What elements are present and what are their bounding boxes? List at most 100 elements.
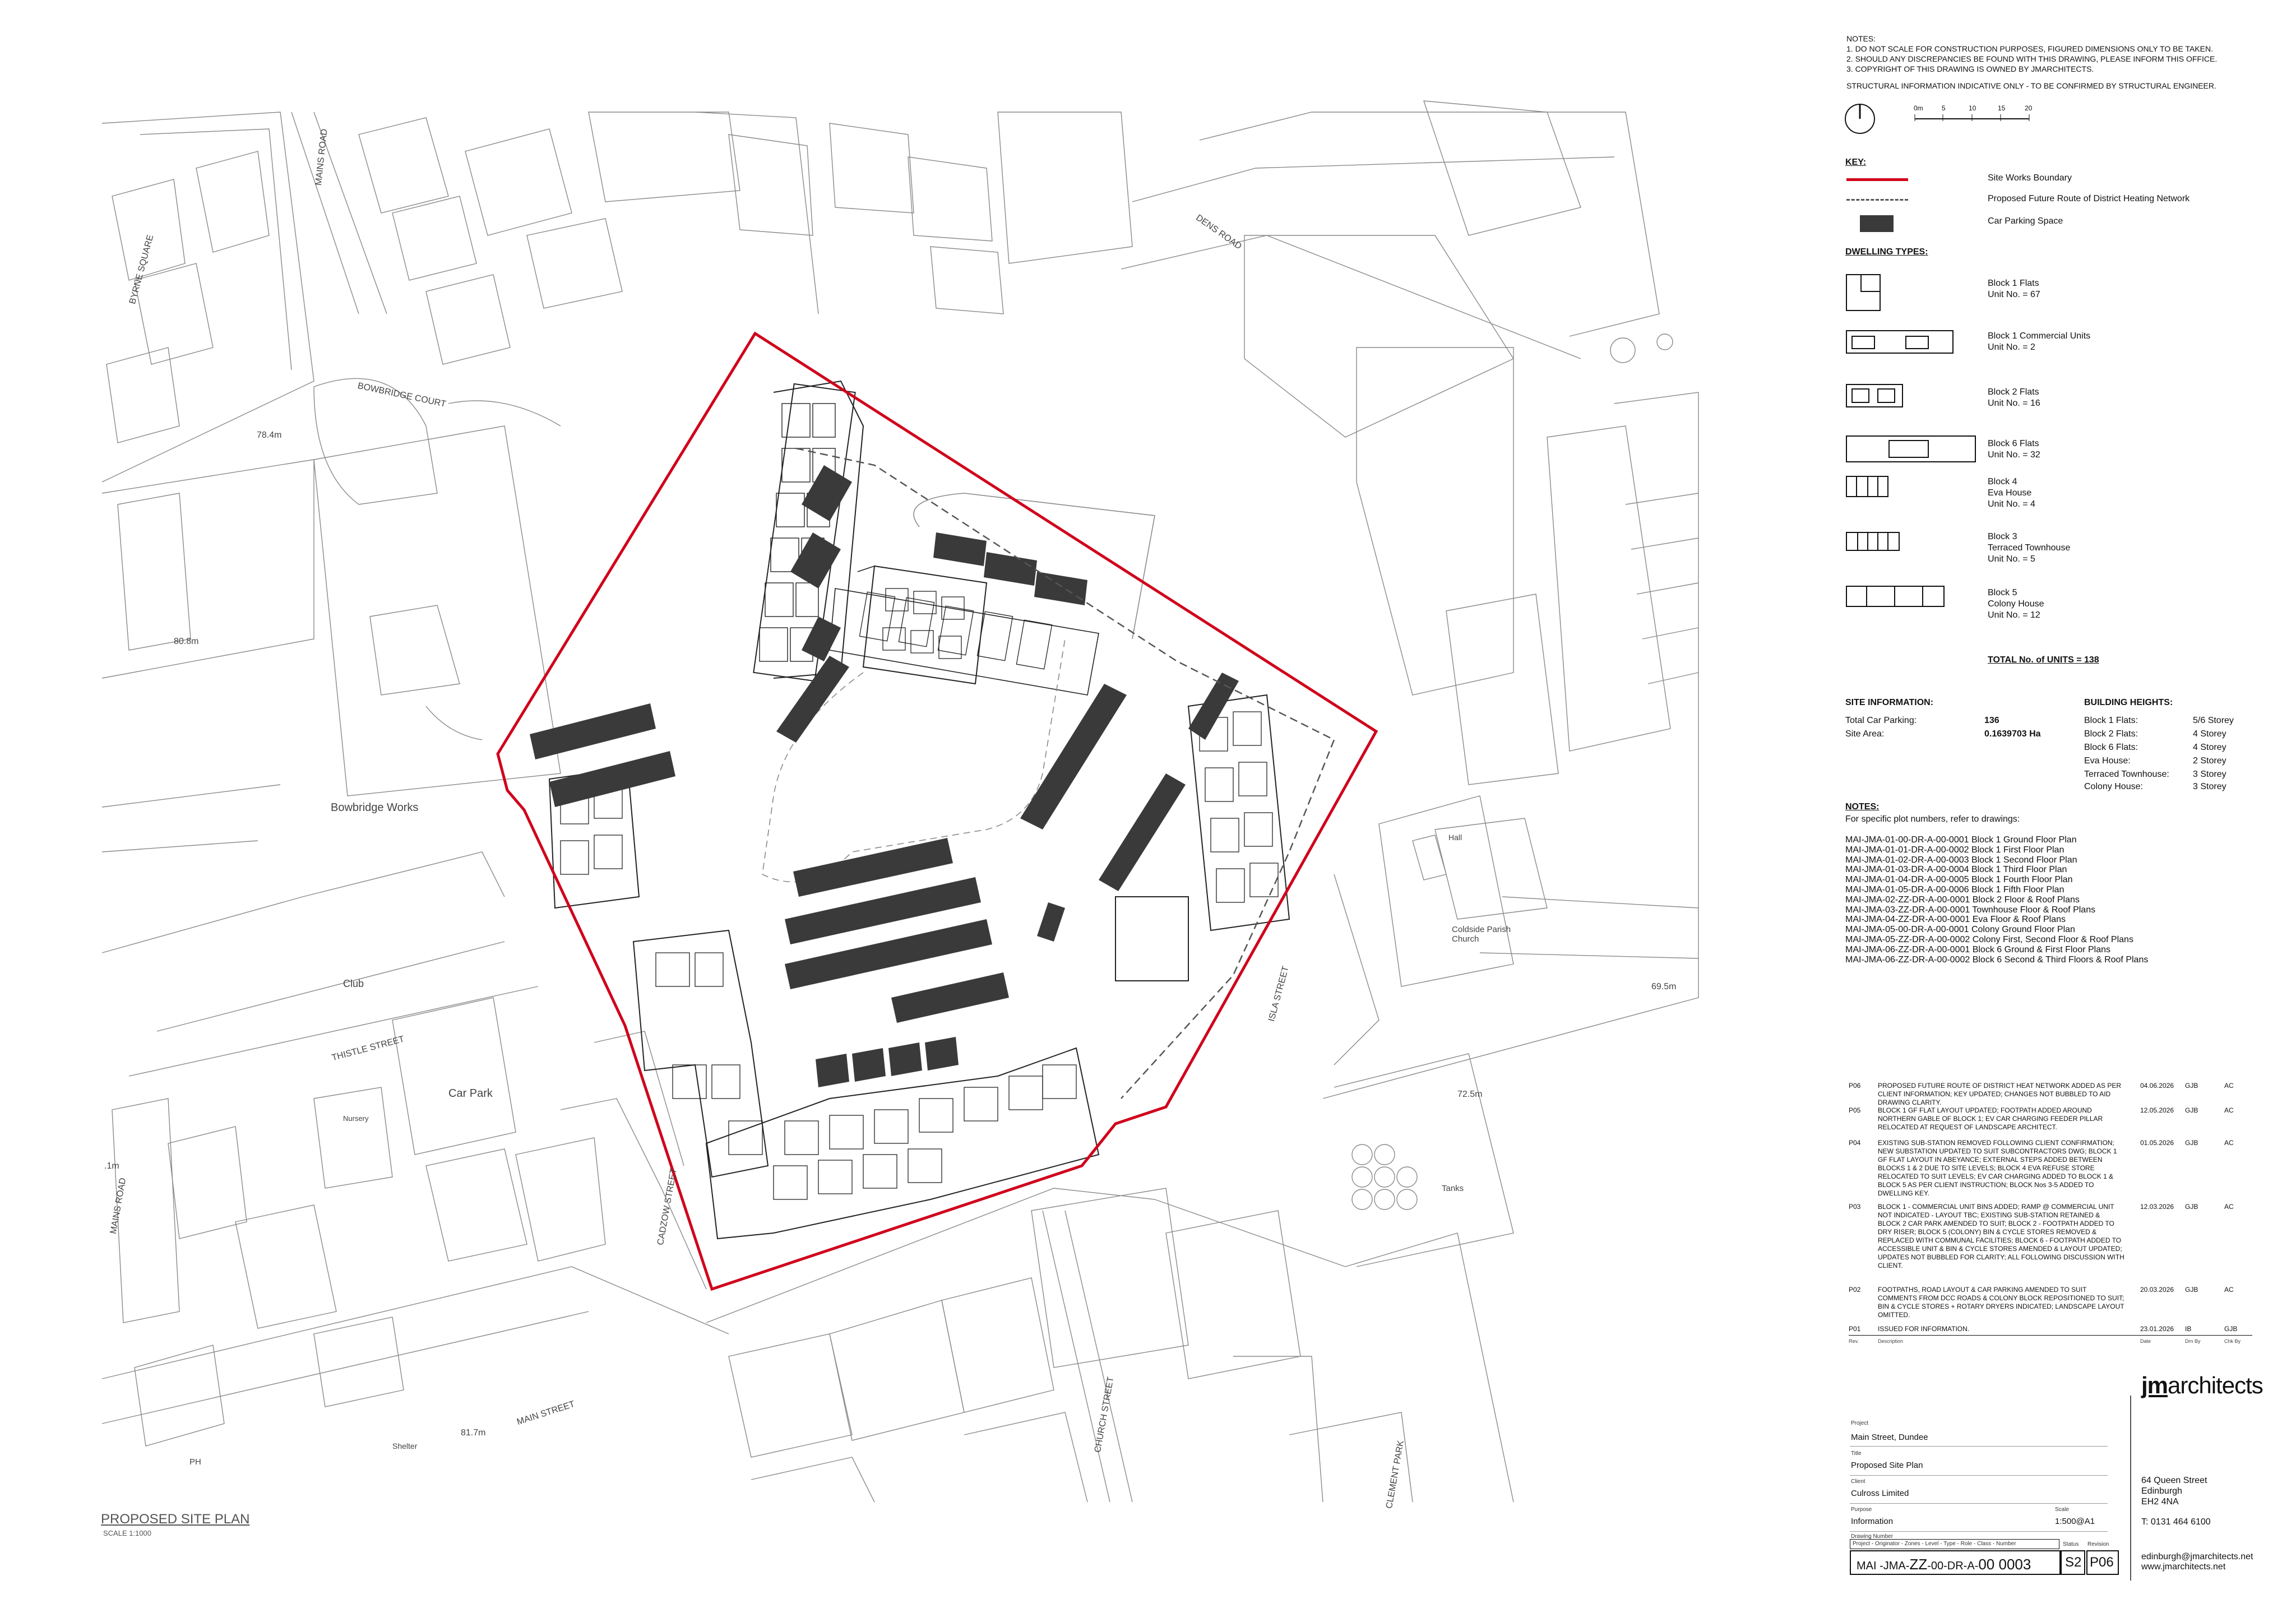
place-label-ph: PH <box>189 1457 201 1467</box>
drawing-ref: MAI-JMA-01-04-DR-A-00-0005 Block 1 Fourt… <box>1845 875 2073 885</box>
notes-bottom-heading: NOTES: <box>1845 802 1880 812</box>
client-name: Culross Limited <box>1851 1489 1909 1498</box>
dwelling-block5-colony: Block 5 Colony House Unit No. = 12 <box>1988 588 2044 620</box>
status-box: S2 <box>2061 1550 2085 1575</box>
drawing-reference-list: MAI-JMA-01-00-DR-A-00-0001 Block 1 Groun… <box>1845 835 2148 965</box>
drawing-number-box: MAI -JMA-ZZ-00-DR-A-00 0003 <box>1850 1550 2061 1575</box>
label-purpose: Purpose <box>1851 1507 1872 1513</box>
note-line-1: 1. DO NOT SCALE FOR CONSTRUCTION PURPOSE… <box>1846 44 2213 53</box>
drawing-ref: MAI-JMA-01-02-DR-A-00-0003 Block 1 Secon… <box>1845 855 2077 865</box>
height-value-3: 4 Storey <box>2193 743 2226 752</box>
total-units: TOTAL No. of UNITS = 138 <box>1988 655 2099 665</box>
key-item-boundary: Site Works Boundary <box>1988 173 2072 183</box>
level-label-3: 69.5m <box>1651 982 1677 991</box>
notes-heading: NOTES: <box>1846 34 1876 43</box>
north-arrow-icon <box>1845 104 1875 134</box>
project-name: Main Street, Dundee <box>1851 1433 1928 1442</box>
key-parking-swatch <box>1860 215 1894 232</box>
place-label-bowbridge-works: Bowbridge Works <box>331 801 419 814</box>
development-blocks <box>548 380 1290 1240</box>
height-value-5: 3 Storey <box>2193 770 2226 779</box>
scale-tick-5: 5 <box>1942 104 1946 112</box>
label-revision: Revision <box>2087 1541 2109 1547</box>
drawing-ref: MAI-JMA-05-ZZ-DR-A-00-0002 Colony First,… <box>1845 934 2133 944</box>
note-line-2: 2. SHOULD ANY DISCREPANCIES BE FOUND WIT… <box>1846 54 2218 63</box>
scale-tick-0: 0m <box>1914 104 1923 112</box>
site-plan-drawing <box>101 100 1699 1503</box>
drawing-title: PROPOSED SITE PLAN <box>101 1512 250 1527</box>
drawing-ref: MAI-JMA-02-ZZ-DR-A-00-0001 Block 2 Floor… <box>1845 895 2080 905</box>
level-label-2: 80.8m <box>174 637 199 646</box>
title-block-divider <box>2130 1396 2131 1581</box>
level-label-6: .1m <box>104 1161 119 1171</box>
label-client: Client <box>1851 1479 1866 1485</box>
height-value-1: 5/6 Storey <box>2193 716 2234 725</box>
parking-bays <box>530 465 1239 1087</box>
status-value: S2 <box>2065 1555 2082 1570</box>
drawing-ref: MAI-JMA-06-ZZ-DR-A-00-0002 Block 6 Secon… <box>1845 954 2149 965</box>
revision-value: P06 <box>2090 1555 2114 1570</box>
drawing-ref: MAI-JMA-01-05-DR-A-00-0006 Block 1 Fifth… <box>1845 884 2064 895</box>
key-item-parking: Car Parking Space <box>1988 216 2063 226</box>
drawing-ref: MAI-JMA-01-01-DR-A-00-0002 Block 1 First… <box>1845 845 2064 855</box>
site-info-parking-label: Total Car Parking: <box>1845 716 1917 725</box>
scale-tick-15: 15 <box>1998 104 2006 112</box>
level-label-1: 78.4m <box>257 430 282 440</box>
notes-bottom-intro: For specific plot numbers, refer to draw… <box>1845 814 2020 824</box>
place-label-nursery: Nursery <box>343 1114 369 1123</box>
purpose-value: Information <box>1851 1517 1894 1526</box>
revision-table: P06 PROPOSED FUTURE ROUTE OF DISTRICT HEA… <box>1849 1082 2258 1345</box>
drawing-number: MAI -JMA-ZZ-00-DR-A-00 0003 <box>1857 1556 2031 1573</box>
place-label-club: Club <box>343 978 364 989</box>
place-label-tanks: Tanks <box>1442 1184 1464 1193</box>
revision-header-rule <box>1849 1335 2252 1336</box>
height-value-4: 2 Storey <box>2193 756 2226 766</box>
dwelling-block2-flats: Block 2 Flats Unit No. = 16 <box>1988 387 2040 408</box>
key-heading: KEY: <box>1845 157 1867 167</box>
dwelling-block6-flats: Block 6 Flats Unit No. = 32 <box>1988 439 2040 460</box>
drawing-number-format-box: Project - Originator - Zones - Level - T… <box>1850 1539 2059 1549</box>
height-label-4: Eva House: <box>2084 756 2131 766</box>
place-label-hall: Hall <box>1448 833 1462 842</box>
tanks <box>1351 1144 1418 1210</box>
height-label-5: Terraced Townhouse: <box>2084 770 2169 779</box>
site-boundary <box>496 331 1378 1291</box>
place-label-car-park: Car Park <box>448 1087 493 1100</box>
scale-bar <box>1914 114 2030 121</box>
drawing-ref: MAI-JMA-03-ZZ-DR-A-00-0001 Townhouse Flo… <box>1845 905 2096 915</box>
height-label-2: Block 2 Flats: <box>2084 729 2138 739</box>
level-label-5: 81.7m <box>461 1428 486 1438</box>
key-boundary-swatch <box>1846 178 1908 181</box>
site-info-parking-value: 136 <box>1984 716 1999 725</box>
site-info-area-label: Site Area: <box>1845 729 1885 739</box>
label-scale: Scale <box>2055 1507 2070 1513</box>
drawing-ref: MAI-JMA-05-00-DR-A-00-0001 Colony Ground… <box>1845 925 2075 935</box>
label-status: Status <box>2063 1541 2079 1547</box>
firm-website[interactable]: www.jmarchitects.net <box>2141 1561 2225 1573</box>
height-value-2: 4 Storey <box>2193 729 2226 739</box>
level-label-4: 72.5m <box>1457 1090 1483 1099</box>
drawing-ref: MAI-JMA-01-03-DR-A-00-0004 Block 1 Third… <box>1845 865 2067 875</box>
revision-box: P06 <box>2086 1550 2119 1575</box>
firm-address: 64 Queen Street Edinburgh EH2 4NA <box>2141 1476 2207 1507</box>
dwelling-icons <box>1846 274 1976 607</box>
notes-block: NOTES: 1. DO NOT SCALE FOR CONSTRUCTION … <box>1846 34 2272 91</box>
scale-value: 1:500@A1 <box>2055 1517 2095 1526</box>
site-info-heading: SITE INFORMATION: <box>1845 698 1934 707</box>
dwelling-types-heading: DWELLING TYPES: <box>1845 247 1928 257</box>
dwelling-block3-terraced: Block 3 Terraced Townhouse Unit No. = 5 <box>1988 532 2071 564</box>
height-label-1: Block 1 Flats: <box>2084 716 2138 725</box>
drawing-ref: MAI-JMA-04-ZZ-DR-A-00-0001 Eva Floor & R… <box>1845 915 2066 925</box>
drawing-title-value: Proposed Site Plan <box>1851 1461 1923 1470</box>
key-item-heating: Proposed Future Route of District Heatin… <box>1988 194 2190 203</box>
scale-tick-10: 10 <box>1969 104 1976 112</box>
scale-tick-20: 20 <box>2025 104 2033 112</box>
firm-phone: T: 0131 464 6100 <box>2141 1517 2211 1527</box>
drawing-scale: SCALE 1:1000 <box>103 1529 152 1537</box>
label-project: Project <box>1851 1420 1869 1426</box>
height-label-6: Colony House: <box>2084 782 2143 791</box>
drawing-ref: MAI-JMA-01-00-DR-A-00-0001 Block 1 Groun… <box>1845 835 2077 845</box>
place-label-shelter: Shelter <box>392 1442 418 1450</box>
firm-email[interactable]: edinburgh@jmarchitects.net <box>2141 1551 2253 1563</box>
site-info-area-value: 0.1639703 Ha <box>1984 729 2041 739</box>
